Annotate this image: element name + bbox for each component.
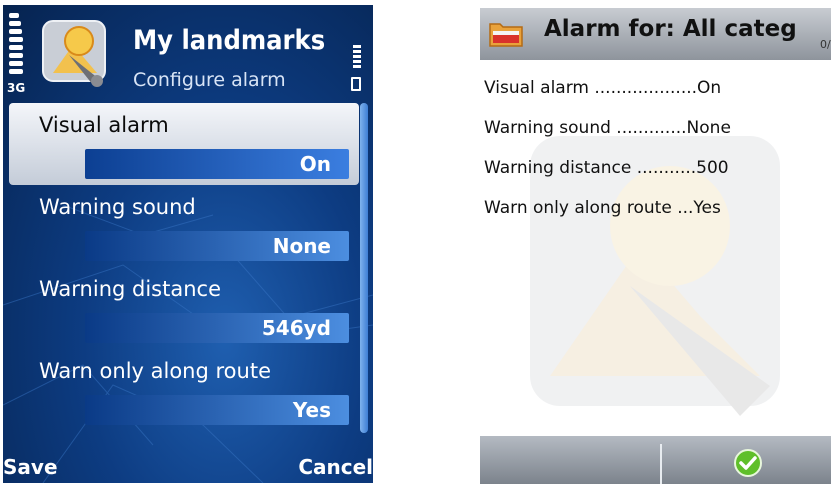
summary-row: Warning distance ...........500 bbox=[484, 158, 729, 178]
setting-value[interactable]: Yes bbox=[85, 395, 349, 425]
save-softkey[interactable]: Save bbox=[3, 455, 58, 479]
setting-label: Warn only along route bbox=[39, 359, 271, 383]
setting-value[interactable]: None bbox=[85, 231, 349, 261]
cancel-softkey[interactable]: Cancel bbox=[298, 455, 373, 479]
setting-warning-distance[interactable]: Warning distance 546yd bbox=[9, 267, 359, 349]
summary-row: Warn only along route ...Yes bbox=[484, 198, 721, 218]
landmarks-app-icon bbox=[42, 20, 106, 87]
battery-cap-icon bbox=[351, 77, 361, 91]
setting-value[interactable]: On bbox=[85, 149, 349, 179]
network-type: 3G bbox=[7, 81, 26, 95]
battery-icon bbox=[353, 45, 361, 70]
ok-check-icon[interactable] bbox=[733, 448, 763, 478]
setting-warning-sound[interactable]: Warning sound None bbox=[9, 185, 359, 267]
setting-label: Warning distance bbox=[39, 277, 221, 301]
item-counter: 0/ bbox=[820, 38, 831, 51]
app-title: My landmarks bbox=[133, 25, 326, 56]
softkey-divider bbox=[660, 444, 662, 484]
right-phone-screen: Alarm for: All categ 0/ Visual alarm ...… bbox=[480, 8, 831, 484]
summary-row: Warning sound .............None bbox=[484, 118, 731, 138]
softkey-bar bbox=[480, 436, 831, 484]
left-phone-screen: 3G My landmarks Configure alarm Visual a… bbox=[3, 5, 373, 483]
setting-label: Warning sound bbox=[39, 195, 196, 219]
page-title: Alarm for: All categ bbox=[544, 16, 797, 42]
setting-visual-alarm[interactable]: Visual alarm On bbox=[9, 103, 359, 185]
scrollbar-thumb[interactable] bbox=[360, 103, 368, 433]
summary-row: Visual alarm ...................On bbox=[484, 78, 722, 98]
app-subtitle: Configure alarm bbox=[133, 69, 286, 91]
setting-value[interactable]: 546yd bbox=[85, 313, 349, 343]
setting-warn-along-route[interactable]: Warn only along route Yes bbox=[9, 349, 359, 431]
folder-icon bbox=[489, 23, 523, 47]
setting-label: Visual alarm bbox=[39, 113, 169, 137]
signal-strength-icon bbox=[9, 13, 23, 77]
